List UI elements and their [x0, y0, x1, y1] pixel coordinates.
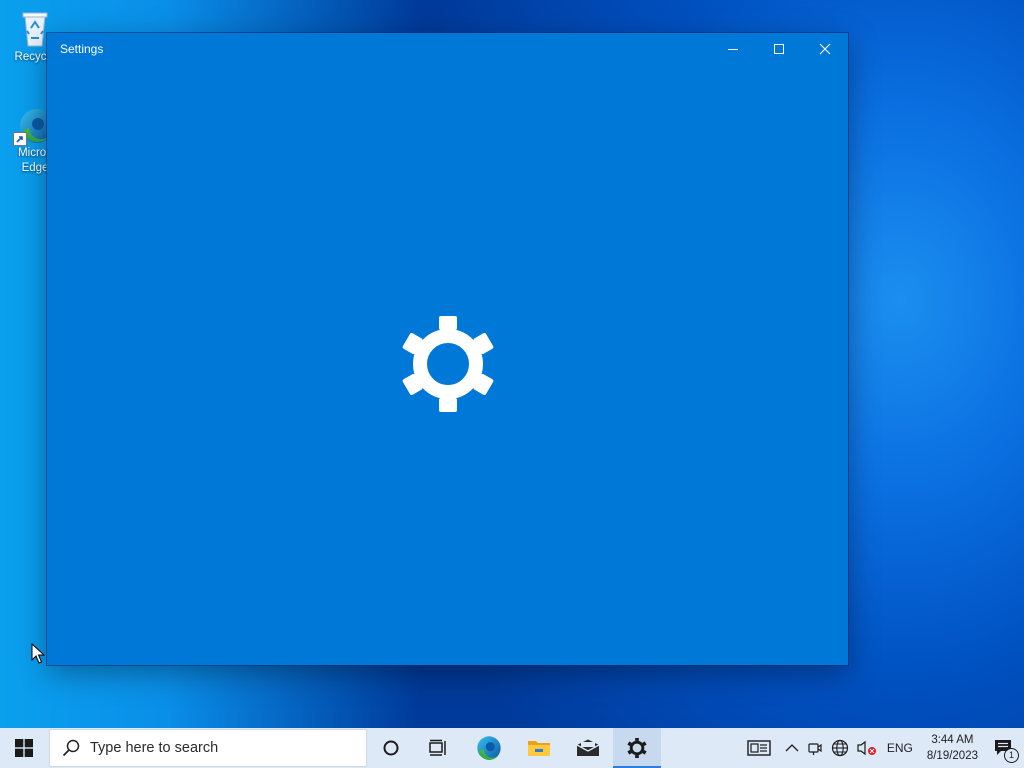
meet-now-icon [808, 743, 822, 755]
settings-icon [627, 738, 647, 758]
task-view-icon [429, 739, 446, 756]
search-icon [62, 739, 80, 757]
language-indicator[interactable]: ENG [881, 728, 919, 768]
close-button[interactable] [802, 33, 848, 64]
taskbar-search-box[interactable]: Type here to search [49, 729, 367, 767]
taskbar-edge-button[interactable] [463, 728, 515, 768]
taskbar-mail-button[interactable] [563, 728, 613, 768]
news-widget-button[interactable] [737, 728, 781, 768]
volume-muted-icon [857, 740, 876, 756]
settings-window[interactable]: Settings [47, 33, 848, 665]
mail-icon [576, 739, 600, 756]
volume-button[interactable] [853, 728, 881, 768]
clock-date: 8/19/2023 [926, 750, 978, 762]
clock-time: 3:44 AM [931, 734, 974, 746]
shortcut-arrow-icon [13, 132, 27, 146]
taskbar-file-explorer-button[interactable] [515, 728, 563, 768]
minimize-button[interactable] [710, 33, 756, 64]
window-title: Settings [60, 42, 104, 56]
show-hidden-icons-button[interactable] [781, 728, 803, 768]
windows-logo-icon [15, 739, 33, 757]
network-button[interactable] [827, 728, 853, 768]
system-tray: ENG 3:44 AM 8/19/2023 1 [737, 728, 1024, 768]
start-button[interactable] [0, 728, 48, 768]
news-icon [747, 740, 771, 756]
taskbar: Type here to search ENG 3:44 AM 8/19/202… [0, 728, 1024, 768]
cortana-button[interactable] [367, 728, 415, 768]
search-placeholder: Type here to search [90, 740, 219, 756]
action-center-button[interactable]: 1 [986, 728, 1024, 768]
window-titlebar[interactable]: Settings [47, 33, 848, 64]
mouse-cursor-icon [31, 642, 46, 670]
maximize-button[interactable] [756, 33, 802, 64]
chevron-up-icon [785, 744, 799, 752]
file-explorer-icon [528, 741, 550, 756]
close-icon [819, 43, 831, 54]
minimize-icon [728, 48, 738, 50]
cortana-icon [383, 740, 399, 756]
edge-icon [477, 736, 501, 760]
task-view-button[interactable] [415, 728, 463, 768]
maximize-icon [774, 43, 784, 54]
settings-splash-gear-icon [400, 316, 496, 417]
network-globe-icon [831, 739, 848, 757]
clock-button[interactable]: 3:44 AM 8/19/2023 [919, 728, 986, 768]
meet-now-button[interactable] [803, 728, 827, 768]
taskbar-settings-button[interactable] [613, 728, 661, 768]
notification-count-badge: 1 [1004, 748, 1019, 763]
